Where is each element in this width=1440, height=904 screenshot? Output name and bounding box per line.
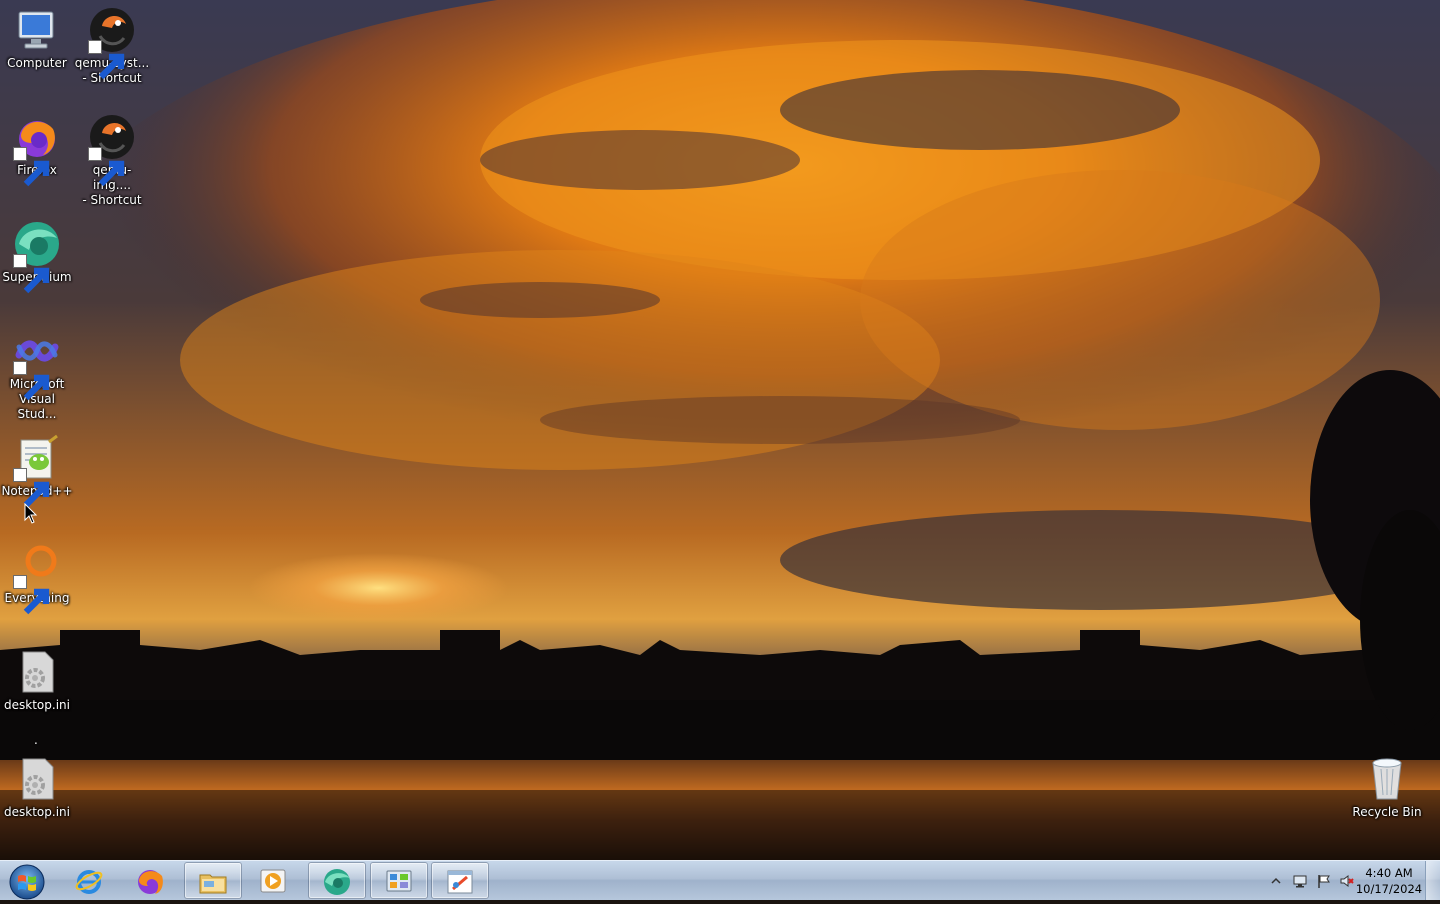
desktop-icon-firefox[interactable]: Firefox bbox=[0, 109, 75, 187]
desktop-icon-recycle-bin[interactable]: Recycle Bin bbox=[1349, 751, 1425, 820]
desktop-icon-visual-studio[interactable]: Microsoft Visual Stud... bbox=[0, 323, 75, 422]
desktop-icon-label: Computer bbox=[7, 56, 67, 70]
desktop-wallpaper bbox=[0, 0, 1440, 860]
paint-icon bbox=[447, 870, 473, 894]
media-player-icon bbox=[260, 869, 286, 893]
shortcut-arrow-icon bbox=[88, 147, 125, 187]
clock-time: 4:40 AM bbox=[1365, 866, 1413, 880]
desktop-icon-desktop-ini-2[interactable]: desktop.ini bbox=[0, 751, 75, 820]
shortcut-arrow-icon bbox=[13, 361, 50, 401]
system-tray: 4:40 AM 10/17/2024 bbox=[1250, 861, 1440, 900]
chevron-up-icon[interactable] bbox=[1268, 873, 1284, 889]
mouse-cursor-icon bbox=[24, 503, 38, 524]
taskbar-button-control-panel[interactable] bbox=[370, 862, 428, 899]
taskbar-button-internet-explorer[interactable] bbox=[61, 862, 119, 899]
shortcut-arrow-icon bbox=[13, 254, 50, 294]
desktop-icon-notepadpp[interactable]: Notepad++ bbox=[0, 430, 75, 508]
taskbar-button-firefox[interactable] bbox=[122, 862, 180, 899]
settings-file-icon bbox=[22, 651, 54, 693]
folder-icon bbox=[199, 874, 227, 894]
shortcut-arrow-icon bbox=[13, 468, 50, 508]
action-center-flag-icon[interactable] bbox=[1316, 873, 1332, 889]
stray-text: . bbox=[34, 733, 38, 747]
desktop-icon-label: Recycle Bin bbox=[1352, 805, 1422, 819]
internet-explorer-icon bbox=[75, 870, 103, 894]
windows-start-icon bbox=[9, 864, 45, 900]
desktop-icon-label: desktop.ini bbox=[4, 698, 70, 712]
computer-icon bbox=[18, 11, 54, 49]
control-panel-icon bbox=[386, 870, 412, 892]
clock[interactable]: 4:40 AM 10/17/2024 bbox=[1353, 865, 1425, 897]
desktop-icon-qemu-system-shortcut[interactable]: qemu-syst... - Shortcut bbox=[74, 2, 150, 86]
recycle-bin-icon bbox=[1372, 758, 1402, 800]
desktop-icon-qemu-img-shortcut[interactable]: qemu-img.... - Shortcut bbox=[74, 109, 150, 208]
settings-file-icon bbox=[22, 758, 54, 800]
taskbar: 4:40 AM 10/17/2024 bbox=[0, 860, 1440, 900]
start-button[interactable] bbox=[4, 862, 50, 900]
desktop-icon-label: desktop.ini bbox=[4, 805, 70, 819]
taskbar-button-media-player[interactable] bbox=[245, 862, 303, 899]
shortcut-arrow-icon bbox=[88, 40, 125, 80]
supermium-icon bbox=[324, 869, 350, 895]
desktop-icon-everything[interactable]: Everything bbox=[0, 537, 75, 615]
shortcut-arrow-icon bbox=[13, 575, 50, 615]
network-icon[interactable] bbox=[1292, 873, 1308, 889]
desktop-icon-supermium[interactable]: Supermium bbox=[0, 216, 75, 294]
desktop-icon-desktop-ini-1[interactable]: desktop.ini bbox=[0, 644, 75, 713]
taskbar-button-windows-explorer[interactable] bbox=[184, 862, 242, 899]
taskbar-button-supermium[interactable] bbox=[308, 862, 366, 899]
taskbar-button-paint[interactable] bbox=[431, 862, 489, 899]
desktop-icon-computer[interactable]: Computer bbox=[0, 2, 75, 71]
clock-date: 10/17/2024 bbox=[1355, 882, 1423, 896]
shortcut-arrow-icon bbox=[13, 147, 50, 187]
firefox-icon bbox=[138, 870, 163, 894]
show-desktop-button[interactable] bbox=[1425, 861, 1440, 900]
